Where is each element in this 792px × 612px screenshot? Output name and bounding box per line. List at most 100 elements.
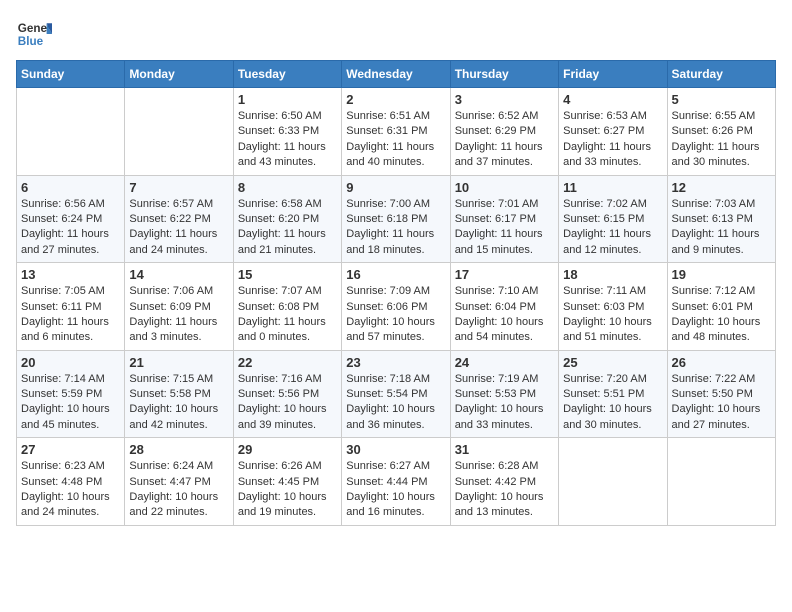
calendar-cell: 9 Sunrise: 7:00 AM Sunset: 6:18 PM Daylig… xyxy=(342,175,450,263)
day-number: 27 xyxy=(21,442,120,457)
day-info: Sunrise: 6:53 AM Sunset: 6:27 PM Dayligh… xyxy=(563,109,662,171)
day-info: Sunrise: 7:00 AM Sunset: 6:18 PM Dayligh… xyxy=(346,197,445,259)
weekday-monday: Monday xyxy=(125,61,233,88)
day-number: 7 xyxy=(129,180,228,195)
day-info: Sunrise: 6:56 AM Sunset: 6:24 PM Dayligh… xyxy=(21,197,120,259)
calendar-cell: 29 Sunrise: 6:26 AM Sunset: 4:45 PM Dayli… xyxy=(233,438,341,526)
calendar-cell: 17 Sunrise: 7:10 AM Sunset: 6:04 PM Dayli… xyxy=(450,263,558,351)
calendar-cell: 23Sunrise: 7:18 AM Sunset: 5:54 PM Dayli… xyxy=(342,350,450,438)
day-number: 11 xyxy=(563,180,662,195)
week-row-4: 20 Sunrise: 7:14 AM Sunset: 5:59 PM Dayli… xyxy=(17,350,776,438)
day-info: Sunrise: 7:07 AM Sunset: 6:08 PM Dayligh… xyxy=(238,284,337,346)
calendar-body: 1Sunrise: 6:50 AM Sunset: 6:33 PM Daylig… xyxy=(17,88,776,526)
week-row-3: 13Sunrise: 7:05 AM Sunset: 6:11 PM Dayli… xyxy=(17,263,776,351)
day-info: Sunrise: 6:58 AM Sunset: 6:20 PM Dayligh… xyxy=(238,197,337,259)
calendar-cell: 10 Sunrise: 7:01 AM Sunset: 6:17 PM Dayli… xyxy=(450,175,558,263)
day-info: Sunrise: 7:05 AM Sunset: 6:11 PM Dayligh… xyxy=(21,284,120,346)
day-number: 21 xyxy=(129,355,228,370)
calendar-cell: 31Sunrise: 6:28 AM Sunset: 4:42 PM Dayli… xyxy=(450,438,558,526)
logo-icon: General Blue xyxy=(16,16,52,52)
day-number: 25 xyxy=(563,355,662,370)
day-number: 24 xyxy=(455,355,554,370)
calendar-cell: 3Sunrise: 6:52 AM Sunset: 6:29 PM Daylig… xyxy=(450,88,558,176)
day-number: 30 xyxy=(346,442,445,457)
calendar-cell: 4 Sunrise: 6:53 AM Sunset: 6:27 PM Daylig… xyxy=(559,88,667,176)
day-number: 4 xyxy=(563,92,662,107)
day-info: Sunrise: 7:11 AM Sunset: 6:03 PM Dayligh… xyxy=(563,284,662,346)
calendar-table: SundayMondayTuesdayWednesdayThursdayFrid… xyxy=(16,60,776,526)
day-number: 3 xyxy=(455,92,554,107)
day-info: Sunrise: 7:15 AM Sunset: 5:58 PM Dayligh… xyxy=(129,372,228,434)
calendar-cell: 18 Sunrise: 7:11 AM Sunset: 6:03 PM Dayli… xyxy=(559,263,667,351)
day-number: 20 xyxy=(21,355,120,370)
day-number: 12 xyxy=(672,180,771,195)
day-info: Sunrise: 6:23 AM Sunset: 4:48 PM Dayligh… xyxy=(21,459,120,521)
day-number: 16 xyxy=(346,267,445,282)
day-number: 22 xyxy=(238,355,337,370)
calendar-cell: 11Sunrise: 7:02 AM Sunset: 6:15 PM Dayli… xyxy=(559,175,667,263)
weekday-saturday: Saturday xyxy=(667,61,775,88)
calendar-cell: 7 Sunrise: 6:57 AM Sunset: 6:22 PM Daylig… xyxy=(125,175,233,263)
day-info: Sunrise: 6:57 AM Sunset: 6:22 PM Dayligh… xyxy=(129,197,228,259)
calendar-cell: 12 Sunrise: 7:03 AM Sunset: 6:13 PM Dayli… xyxy=(667,175,775,263)
day-number: 18 xyxy=(563,267,662,282)
calendar-cell: 27 Sunrise: 6:23 AM Sunset: 4:48 PM Dayli… xyxy=(17,438,125,526)
weekday-header-row: SundayMondayTuesdayWednesdayThursdayFrid… xyxy=(17,61,776,88)
day-info: Sunrise: 7:06 AM Sunset: 6:09 PM Dayligh… xyxy=(129,284,228,346)
calendar-cell: 15 Sunrise: 7:07 AM Sunset: 6:08 PM Dayli… xyxy=(233,263,341,351)
day-number: 26 xyxy=(672,355,771,370)
day-info: Sunrise: 7:09 AM Sunset: 6:06 PM Dayligh… xyxy=(346,284,445,346)
calendar-cell: 19 Sunrise: 7:12 AM Sunset: 6:01 PM Dayli… xyxy=(667,263,775,351)
day-info: Sunrise: 6:24 AM Sunset: 4:47 PM Dayligh… xyxy=(129,459,228,521)
day-info: Sunrise: 6:27 AM Sunset: 4:44 PM Dayligh… xyxy=(346,459,445,521)
day-number: 19 xyxy=(672,267,771,282)
calendar-cell xyxy=(667,438,775,526)
calendar-cell: 6 Sunrise: 6:56 AM Sunset: 6:24 PM Daylig… xyxy=(17,175,125,263)
day-number: 2 xyxy=(346,92,445,107)
day-info: Sunrise: 7:20 AM Sunset: 5:51 PM Dayligh… xyxy=(563,372,662,434)
weekday-friday: Friday xyxy=(559,61,667,88)
day-info: Sunrise: 6:26 AM Sunset: 4:45 PM Dayligh… xyxy=(238,459,337,521)
day-info: Sunrise: 6:28 AM Sunset: 4:42 PM Dayligh… xyxy=(455,459,554,521)
day-info: Sunrise: 7:10 AM Sunset: 6:04 PM Dayligh… xyxy=(455,284,554,346)
calendar-cell: 20 Sunrise: 7:14 AM Sunset: 5:59 PM Dayli… xyxy=(17,350,125,438)
calendar-cell: 13Sunrise: 7:05 AM Sunset: 6:11 PM Dayli… xyxy=(17,263,125,351)
day-number: 17 xyxy=(455,267,554,282)
weekday-tuesday: Tuesday xyxy=(233,61,341,88)
day-info: Sunrise: 7:01 AM Sunset: 6:17 PM Dayligh… xyxy=(455,197,554,259)
day-number: 28 xyxy=(129,442,228,457)
day-number: 14 xyxy=(129,267,228,282)
calendar-cell: 26Sunrise: 7:22 AM Sunset: 5:50 PM Dayli… xyxy=(667,350,775,438)
calendar-cell: 5 Sunrise: 6:55 AM Sunset: 6:26 PM Daylig… xyxy=(667,88,775,176)
day-number: 29 xyxy=(238,442,337,457)
calendar-cell xyxy=(125,88,233,176)
weekday-sunday: Sunday xyxy=(17,61,125,88)
day-info: Sunrise: 6:55 AM Sunset: 6:26 PM Dayligh… xyxy=(672,109,771,171)
day-number: 5 xyxy=(672,92,771,107)
page-header: General Blue xyxy=(16,16,776,52)
calendar-cell: 28 Sunrise: 6:24 AM Sunset: 4:47 PM Dayli… xyxy=(125,438,233,526)
calendar-cell: 25 Sunrise: 7:20 AM Sunset: 5:51 PM Dayli… xyxy=(559,350,667,438)
day-number: 10 xyxy=(455,180,554,195)
svg-text:Blue: Blue xyxy=(18,35,44,48)
day-number: 23 xyxy=(346,355,445,370)
calendar-cell: 1Sunrise: 6:50 AM Sunset: 6:33 PM Daylig… xyxy=(233,88,341,176)
day-info: Sunrise: 7:12 AM Sunset: 6:01 PM Dayligh… xyxy=(672,284,771,346)
day-info: Sunrise: 7:14 AM Sunset: 5:59 PM Dayligh… xyxy=(21,372,120,434)
day-number: 6 xyxy=(21,180,120,195)
day-info: Sunrise: 6:51 AM Sunset: 6:31 PM Dayligh… xyxy=(346,109,445,171)
weekday-wednesday: Wednesday xyxy=(342,61,450,88)
calendar-cell: 21 Sunrise: 7:15 AM Sunset: 5:58 PM Dayli… xyxy=(125,350,233,438)
calendar-cell: 30 Sunrise: 6:27 AM Sunset: 4:44 PM Dayli… xyxy=(342,438,450,526)
day-info: Sunrise: 7:19 AM Sunset: 5:53 PM Dayligh… xyxy=(455,372,554,434)
day-info: Sunrise: 7:16 AM Sunset: 5:56 PM Dayligh… xyxy=(238,372,337,434)
logo: General Blue xyxy=(16,16,60,52)
day-info: Sunrise: 7:03 AM Sunset: 6:13 PM Dayligh… xyxy=(672,197,771,259)
weekday-thursday: Thursday xyxy=(450,61,558,88)
calendar-cell: 24 Sunrise: 7:19 AM Sunset: 5:53 PM Dayli… xyxy=(450,350,558,438)
day-number: 15 xyxy=(238,267,337,282)
day-number: 9 xyxy=(346,180,445,195)
calendar-cell xyxy=(559,438,667,526)
calendar-cell: 16 Sunrise: 7:09 AM Sunset: 6:06 PM Dayli… xyxy=(342,263,450,351)
day-number: 8 xyxy=(238,180,337,195)
